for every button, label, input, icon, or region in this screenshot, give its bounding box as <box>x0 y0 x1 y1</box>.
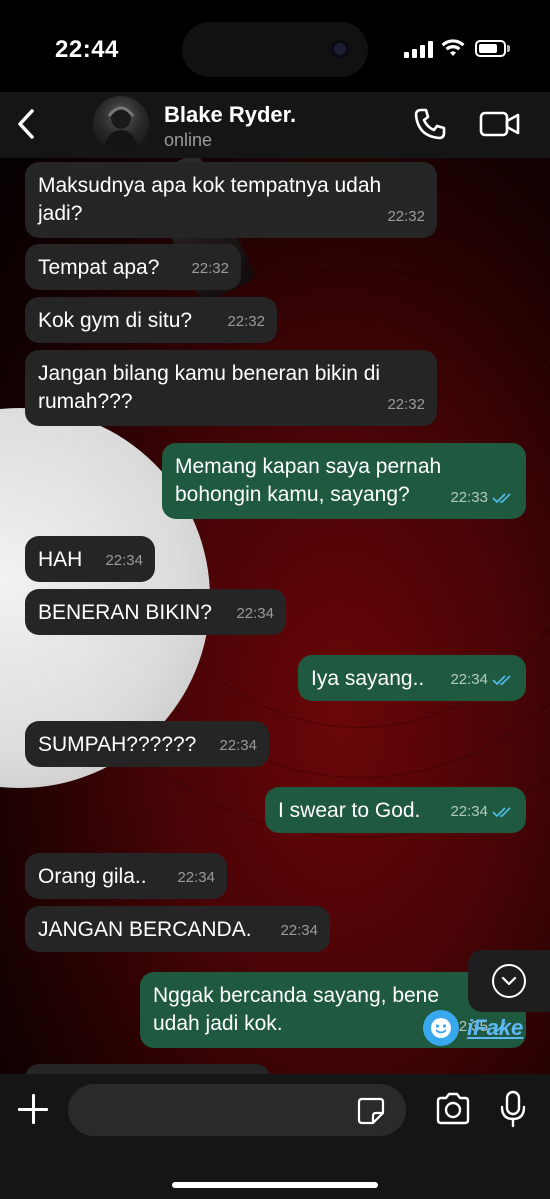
double-check-read-icon <box>492 675 511 686</box>
message-bubble-incoming[interactable]: Orang gila.. 22:34 <box>25 853 227 899</box>
microphone-icon[interactable] <box>498 1090 528 1128</box>
double-check-read-icon <box>492 807 511 818</box>
message-text: Jangan bilang kamu beneran bikin di ruma… <box>38 362 381 413</box>
message-time: 22:34 <box>236 605 274 622</box>
chevron-down-icon <box>492 964 526 998</box>
message-text: SUMPAH?????? <box>38 733 197 756</box>
message-meta: 22:32 <box>387 203 425 231</box>
message-list[interactable]: Maksudnya apa kok tempatnya udah jadi? 2… <box>0 158 550 1074</box>
message-bubble-outgoing[interactable]: I swear to God. 22:34 <box>265 787 526 833</box>
cellular-signal-icon <box>404 40 434 58</box>
message-time: 22:32 <box>387 396 425 413</box>
message-bubble-incoming[interactable]: Tempat apa? 22:32 <box>25 244 241 290</box>
wifi-icon <box>441 39 465 56</box>
contact-name[interactable]: Blake Ryder. <box>164 102 296 128</box>
message-time: 22:32 <box>191 260 229 277</box>
message-text: BENERAN BIKIN? <box>38 601 212 624</box>
message-meta: 22:32 <box>387 391 425 419</box>
message-bubble-incoming[interactable]: BENERAN BIKIN? 22:34 <box>25 589 286 635</box>
watermark-text: iFake <box>467 1015 524 1040</box>
message-meta: 22:32 <box>191 255 229 283</box>
video-call-icon[interactable] <box>478 108 522 140</box>
message-time: 22:32 <box>387 208 425 225</box>
smiley-icon <box>423 1010 459 1046</box>
message-meta: 22:33 <box>450 484 514 512</box>
message-text: Iya sayang.. <box>311 667 425 690</box>
message-time: 22:34 <box>280 922 318 939</box>
message-time: 22:34 <box>177 869 215 886</box>
message-text: Tempat apa? <box>38 256 160 279</box>
message-time: 22:34 <box>219 737 257 754</box>
message-text: Kok gym di situ? <box>38 309 193 332</box>
message-text: Maksudnya apa kok tempatnya udah jadi? <box>38 174 382 225</box>
watermark: iFake <box>423 1010 523 1046</box>
message-meta: 22:34 <box>177 864 215 892</box>
message-time: 22:33 <box>450 489 488 506</box>
message-text: Memang kapan saya pernah bohongin kamu, … <box>175 455 442 506</box>
battery-icon <box>475 40 506 57</box>
message-bubble-incoming[interactable]: SUMPAH?????? 22:34 <box>25 721 269 767</box>
message-bubble-incoming[interactable]: Maksudnya apa kok tempatnya udah jadi? 2… <box>25 162 437 238</box>
contact-status: online <box>164 130 213 150</box>
message-bubble-incoming[interactable]: Kok gym di situ? 22:32 <box>25 297 277 343</box>
double-check-read-icon <box>492 493 511 504</box>
phone-call-icon[interactable] <box>412 106 448 142</box>
message-meta: 22:32 <box>227 308 265 336</box>
message-bubble-outgoing[interactable]: Memang kapan saya pernah bohongin kamu, … <box>162 443 526 519</box>
attach-plus-icon[interactable] <box>16 1092 50 1126</box>
battery-cap <box>507 45 510 52</box>
message-bubble-incoming[interactable]: HAH 22:34 <box>25 536 155 582</box>
message-meta: 22:34 <box>450 666 514 694</box>
message-text: HAH <box>38 548 83 571</box>
message-meta: 22:34 <box>219 732 257 760</box>
sticker-icon[interactable] <box>356 1096 386 1126</box>
chat-header: Blake Ryder. online <box>0 92 550 158</box>
front-camera <box>331 40 349 58</box>
home-indicator <box>172 1182 378 1188</box>
message-text: I swear to God. <box>278 799 421 822</box>
status-time: 22:44 <box>55 36 119 63</box>
message-bubble-incoming-partial[interactable] <box>25 1064 270 1074</box>
composer-bar <box>0 1074 550 1199</box>
scroll-to-bottom-button[interactable] <box>468 950 550 1012</box>
message-meta: 22:34 <box>236 600 274 628</box>
message-time: 22:34 <box>105 552 143 569</box>
message-time: 22:34 <box>450 671 488 688</box>
message-text: Orang gila.. <box>38 865 147 888</box>
message-meta: 22:34 <box>105 547 143 575</box>
avatar-photo <box>103 106 139 152</box>
chevron-left-icon <box>18 109 34 139</box>
camera-icon[interactable] <box>434 1092 472 1126</box>
message-time: 22:34 <box>450 803 488 820</box>
message-bubble-incoming[interactable]: JANGAN BERCANDA. 22:34 <box>25 906 330 952</box>
message-bubble-incoming[interactable]: Jangan bilang kamu beneran bikin di ruma… <box>25 350 437 426</box>
message-meta: 22:34 <box>450 798 514 826</box>
back-button[interactable] <box>8 104 44 144</box>
contact-avatar[interactable] <box>93 96 149 152</box>
message-meta: 22:34 <box>280 917 318 945</box>
status-bar: 22:44 <box>0 0 550 92</box>
message-text: JANGAN BERCANDA. <box>38 918 252 941</box>
message-bubble-outgoing[interactable]: Iya sayang.. 22:34 <box>298 655 526 701</box>
message-time: 22:32 <box>227 313 265 330</box>
